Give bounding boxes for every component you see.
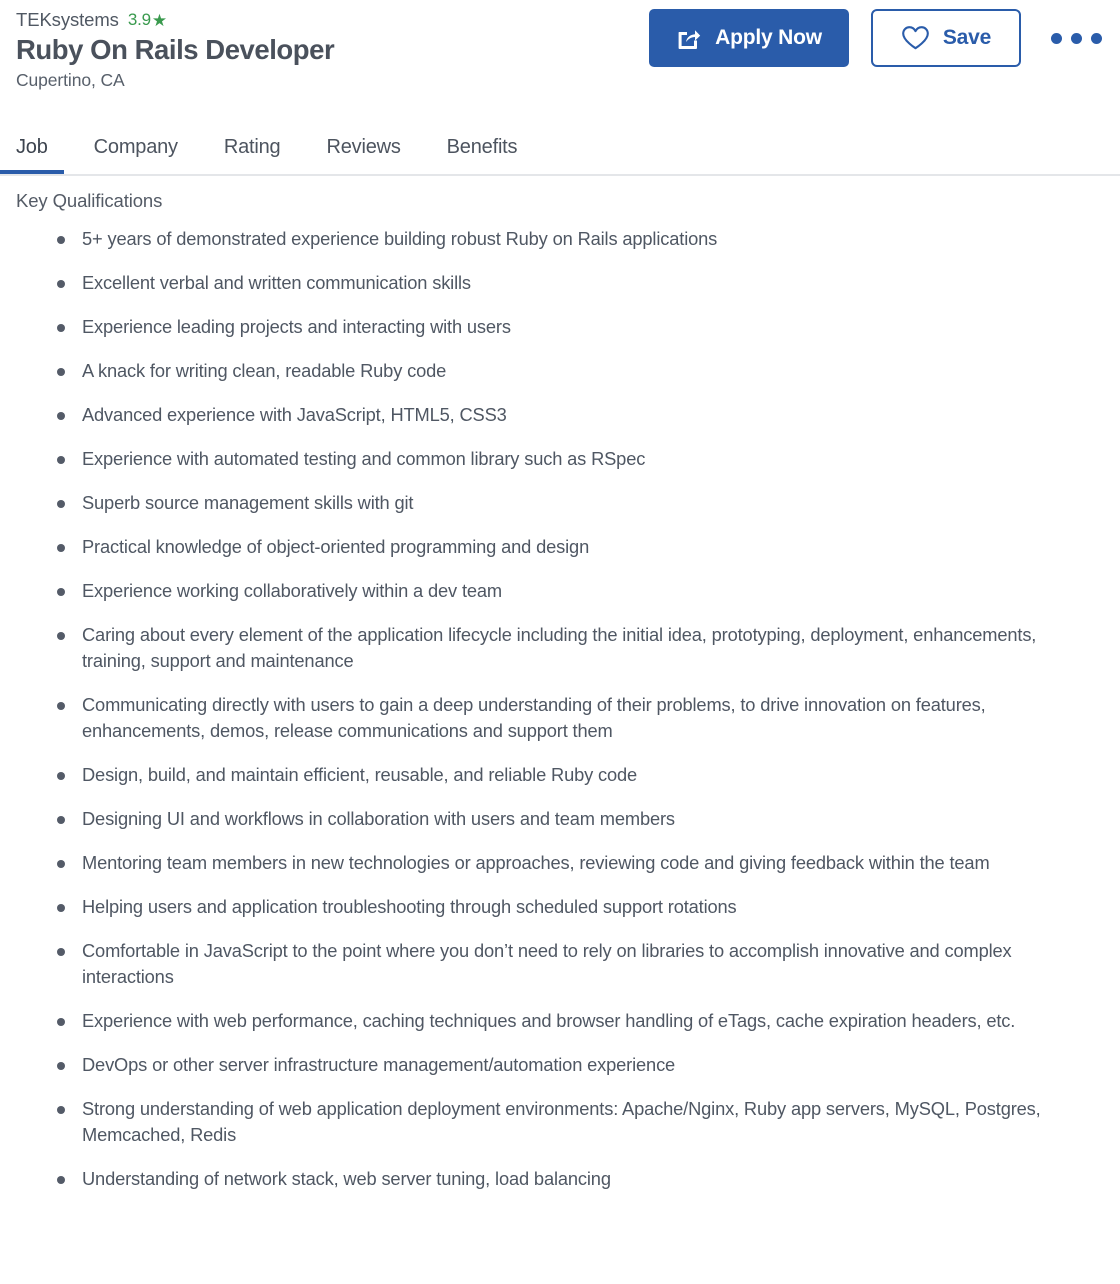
- list-item: A knack for writing clean, readable Ruby…: [54, 358, 1064, 384]
- tab-benefits[interactable]: Benefits: [447, 137, 518, 174]
- job-details-page: TEKsystems 3.9 ★ Ruby On Rails Developer…: [0, 0, 1120, 1284]
- heart-icon: [901, 25, 930, 51]
- apply-now-button[interactable]: Apply Now: [649, 9, 849, 67]
- list-item: DevOps or other server infrastructure ma…: [54, 1052, 1064, 1078]
- tab-company[interactable]: Company: [94, 137, 178, 174]
- rating-value: 3.9: [127, 10, 151, 29]
- share-external-icon: [676, 27, 701, 50]
- list-item: Advanced experience with JavaScript, HTM…: [54, 402, 1064, 428]
- list-item: Caring about every element of the applic…: [54, 622, 1064, 674]
- list-item: Superb source management skills with git: [54, 490, 1064, 516]
- list-item: Understanding of network stack, web serv…: [54, 1166, 1064, 1192]
- list-item: Helping users and application troublesho…: [54, 894, 1064, 920]
- company-name[interactable]: TEKsystems: [16, 9, 119, 31]
- list-item: Experience working collaboratively withi…: [54, 578, 1064, 604]
- tab-reviews[interactable]: Reviews: [326, 137, 400, 174]
- tab-bar: Job Company Rating Reviews Benefits: [0, 122, 1120, 174]
- apply-now-label: Apply Now: [715, 26, 822, 49]
- list-item: Strong understanding of web application …: [54, 1096, 1064, 1148]
- job-header: TEKsystems 3.9 ★ Ruby On Rails Developer…: [0, 0, 1120, 122]
- more-options-button[interactable]: [1049, 27, 1104, 50]
- list-item: Experience with automated testing and co…: [54, 446, 1064, 472]
- tab-job[interactable]: Job: [0, 137, 64, 174]
- header-actions: Apply Now Save: [649, 9, 1104, 67]
- job-description-panel: Key Qualifications 5+ years of demonstra…: [0, 176, 1120, 1192]
- list-item: Comfortable in JavaScript to the point w…: [54, 938, 1064, 990]
- more-horizontal-icon: [1071, 32, 1082, 44]
- section-heading-key-qualifications: Key Qualifications: [16, 190, 163, 211]
- list-item: Experience leading projects and interact…: [54, 314, 1064, 340]
- list-item: Excellent verbal and written communicati…: [54, 270, 1064, 296]
- more-horizontal-icon: [1051, 32, 1062, 44]
- list-item: Mentoring team members in new technologi…: [54, 850, 1064, 876]
- qualifications-list: 5+ years of demonstrated experience buil…: [16, 226, 1104, 1192]
- star-icon: ★: [151, 10, 168, 30]
- more-horizontal-icon: [1091, 32, 1102, 44]
- job-location: Cupertino, CA: [16, 70, 125, 91]
- tab-rating[interactable]: Rating: [224, 137, 281, 174]
- list-item: Design, build, and maintain efficient, r…: [54, 762, 1064, 788]
- list-item: Communicating directly with users to gai…: [54, 692, 1064, 744]
- rating-group[interactable]: 3.9 ★: [128, 10, 167, 30]
- save-label: Save: [942, 26, 992, 49]
- list-item: 5+ years of demonstrated experience buil…: [54, 226, 1064, 252]
- list-item: Designing UI and workflows in collaborat…: [54, 806, 1064, 832]
- list-item: Practical knowledge of object-oriented p…: [54, 534, 1064, 560]
- tab-bar-divider: [0, 174, 1120, 176]
- save-button[interactable]: Save: [871, 9, 1021, 67]
- list-item: Experience with web performance, caching…: [54, 1008, 1064, 1034]
